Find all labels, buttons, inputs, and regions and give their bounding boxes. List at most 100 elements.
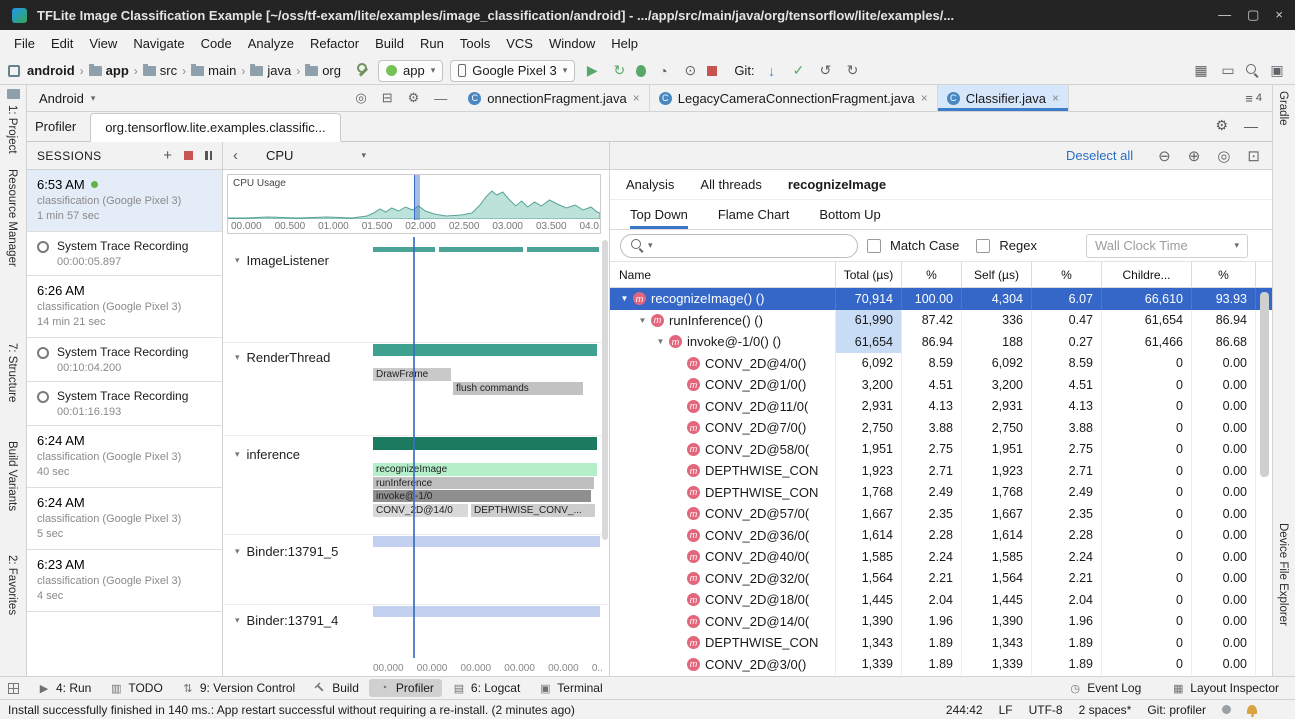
toolwindow-button-6-logcat[interactable]: ▤6: Logcat [444,679,528,697]
recording-item[interactable]: System Trace Recording00:10:04.200 [27,338,222,382]
trace-event-invoke-1-0[interactable]: invoke@-1/0 [373,490,591,502]
project-view-selector[interactable]: Android ▾ [27,85,107,111]
run-button[interactable]: ▶ [582,62,602,79]
editor-tab-legacycameraconnectionfragment-java[interactable]: CLegacyCameraConnectionFragment.java× [650,85,938,111]
stop-recording-button[interactable] [184,151,193,160]
column-header-total-s[interactable]: Total (µs) [836,262,902,287]
file-encoding[interactable]: UTF-8 [1029,703,1063,717]
match-case-checkbox[interactable] [867,239,881,253]
menu-code[interactable]: Code [193,32,240,55]
indent-config[interactable]: 2 spaces* [1079,703,1132,717]
column-header-name[interactable]: Name [610,262,836,287]
table-row[interactable]: mCONV_2D@58/0(1,9512.751,9512.7500.00 [610,439,1272,461]
menu-window[interactable]: Window [541,32,603,55]
breadcrumb-android[interactable]: android [27,63,75,78]
recording-item[interactable]: System Trace Recording00:00:05.897 [27,232,222,276]
close-button[interactable]: × [1275,7,1283,23]
notification-bell-icon[interactable] [1247,705,1257,714]
column-header-childre[interactable]: Childre... [1102,262,1192,287]
table-row[interactable]: mCONV_2D@32/0(1,5642.211,5642.2100.00 [610,568,1272,590]
thread-label-binder-13791-5[interactable]: ▾Binder:13791_5 [235,544,338,559]
search-box[interactable]: ▾ [620,234,858,258]
pause-icon[interactable] [205,151,212,160]
timeline-selection-band[interactable] [414,175,420,220]
menu-tools[interactable]: Tools [452,32,498,55]
subtab-bottom-up[interactable]: Bottom Up [819,200,880,229]
breadcrumb-src[interactable]: src [143,63,177,78]
subtab-flame-chart[interactable]: Flame Chart [718,200,790,229]
toolwindow-button-gradle[interactable]: Gradle [1277,91,1289,126]
collapse-arrow-icon[interactable]: ▼ [634,316,651,325]
toolwindow-button-profiler[interactable]: ◔Profiler [369,679,442,697]
table-row[interactable]: mDEPTHWISE_CON1,7682.491,7682.4900.00 [610,482,1272,504]
minimize-button[interactable]: — [1218,7,1231,23]
menu-refactor[interactable]: Refactor [302,32,367,55]
regex-checkbox[interactable] [976,239,990,253]
statusbar-widget-layout-inspector[interactable]: ▦Layout Inspector [1163,679,1287,697]
subtab-top-down[interactable]: Top Down [630,200,688,229]
menu-view[interactable]: View [81,32,125,55]
close-icon[interactable]: × [921,91,928,105]
table-row[interactable]: mCONV_2D@7/0()2,7503.882,7503.8800.00 [610,417,1272,439]
menu-edit[interactable]: Edit [43,32,81,55]
zoom-to-selection-icon[interactable]: ⊡ [1247,147,1260,165]
collapse-arrow-icon[interactable]: ▼ [616,294,633,303]
toolwindow-button-7-structure[interactable]: 7: Structure [6,343,18,402]
trace-event-conv-2d-14-0[interactable]: CONV_2D@14/0 [373,504,468,517]
git-history-button[interactable]: ↻ [843,62,863,79]
status-message[interactable]: Install successfully finished in 140 ms.… [8,703,575,717]
table-row[interactable]: mCONV_2D@18/0(1,4452.041,4452.0400.00 [610,589,1272,611]
trace-event-flush-commands[interactable]: flush commands [453,382,583,395]
zoom-in-icon[interactable]: ⊕ [1188,147,1201,165]
locate-file-icon[interactable]: ◎ [355,90,366,106]
hide-panel-icon[interactable]: — [434,91,447,106]
session-item[interactable]: 6:24 AMclassification (Google Pixel 3)5 … [27,488,222,550]
reset-zoom-icon[interactable]: ◎ [1217,147,1230,165]
session-item[interactable]: 6:26 AMclassification (Google Pixel 3)14… [27,276,222,338]
device-mirror-icon[interactable]: ▭ [1218,62,1238,79]
thread-label-binder-13791-4[interactable]: ▾Binder:13791_4 [235,613,338,628]
trace-event-drawframe[interactable]: DrawFrame [373,368,451,381]
menu-help[interactable]: Help [603,32,646,55]
hidden-tabs-icon[interactable]: ≡ [1245,91,1253,106]
breadcrumb-app[interactable]: app [89,63,129,78]
toolwindow-button-build-variants[interactable]: Build Variants [6,441,18,511]
add-session-button[interactable]: + [163,147,172,164]
clock-mode-select[interactable]: Wall Clock Time ▾ [1086,234,1248,258]
table-row[interactable]: ▼mrunInference() ()61,99087.423360.4761,… [610,310,1272,332]
device-select[interactable]: Google Pixel 3 ▾ [450,60,575,82]
run-configuration-select[interactable]: app ▾ [378,60,443,82]
collapse-arrow-icon[interactable]: ▼ [652,337,669,346]
column-header-col6[interactable]: % [1192,262,1256,287]
caret-position[interactable]: 244:42 [946,703,983,717]
thread-label-renderthread[interactable]: ▾RenderThread [235,350,330,365]
table-row[interactable]: mDEPTHWISE_CON1,9232.711,9232.7100.00 [610,460,1272,482]
wrench-icon[interactable] [356,63,371,78]
toolwindow-button-build[interactable]: TBuild [305,679,367,697]
toolwindow-button-terminal[interactable]: ▣Terminal [530,679,610,697]
attach-debugger-button[interactable]: ⊙ [680,62,700,79]
column-header-col2[interactable]: % [902,262,962,287]
menu-vcs[interactable]: VCS [498,32,541,55]
table-scrollbar[interactable] [1260,292,1269,477]
maximize-button[interactable]: ▢ [1247,7,1259,23]
stop-button[interactable] [707,66,717,76]
close-icon[interactable]: × [1052,91,1059,105]
zoom-out-icon[interactable]: ⊖ [1158,147,1171,165]
git-update-button[interactable]: ↓ [762,63,782,79]
menu-build[interactable]: Build [367,32,412,55]
settings-gear-icon[interactable]: ⚙ [408,90,420,106]
analysis-tab-all-threads[interactable]: All threads [700,177,761,192]
table-row[interactable]: mDEPTHWISE_CON1,3431.891,3431.8900.00 [610,632,1272,654]
trace-event-depthwise-conv[interactable]: DEPTHWISE_CONV_... [471,504,595,517]
deselect-all-link[interactable]: Deselect all [1066,148,1133,163]
trace-event-runinference[interactable]: runInference [373,477,594,489]
recording-item[interactable]: System Trace Recording00:01:16.193 [27,382,222,426]
hide-panel-icon[interactable]: — [1244,118,1258,134]
breadcrumb-main[interactable]: main [191,63,236,78]
breadcrumb-org[interactable]: org [305,63,341,78]
thread-label-imagelistener[interactable]: ▾ImageListener [235,253,329,268]
debug-button[interactable] [636,65,646,77]
collapse-sessions-icon[interactable]: ‹ [233,147,238,164]
menu-run[interactable]: Run [412,32,452,55]
